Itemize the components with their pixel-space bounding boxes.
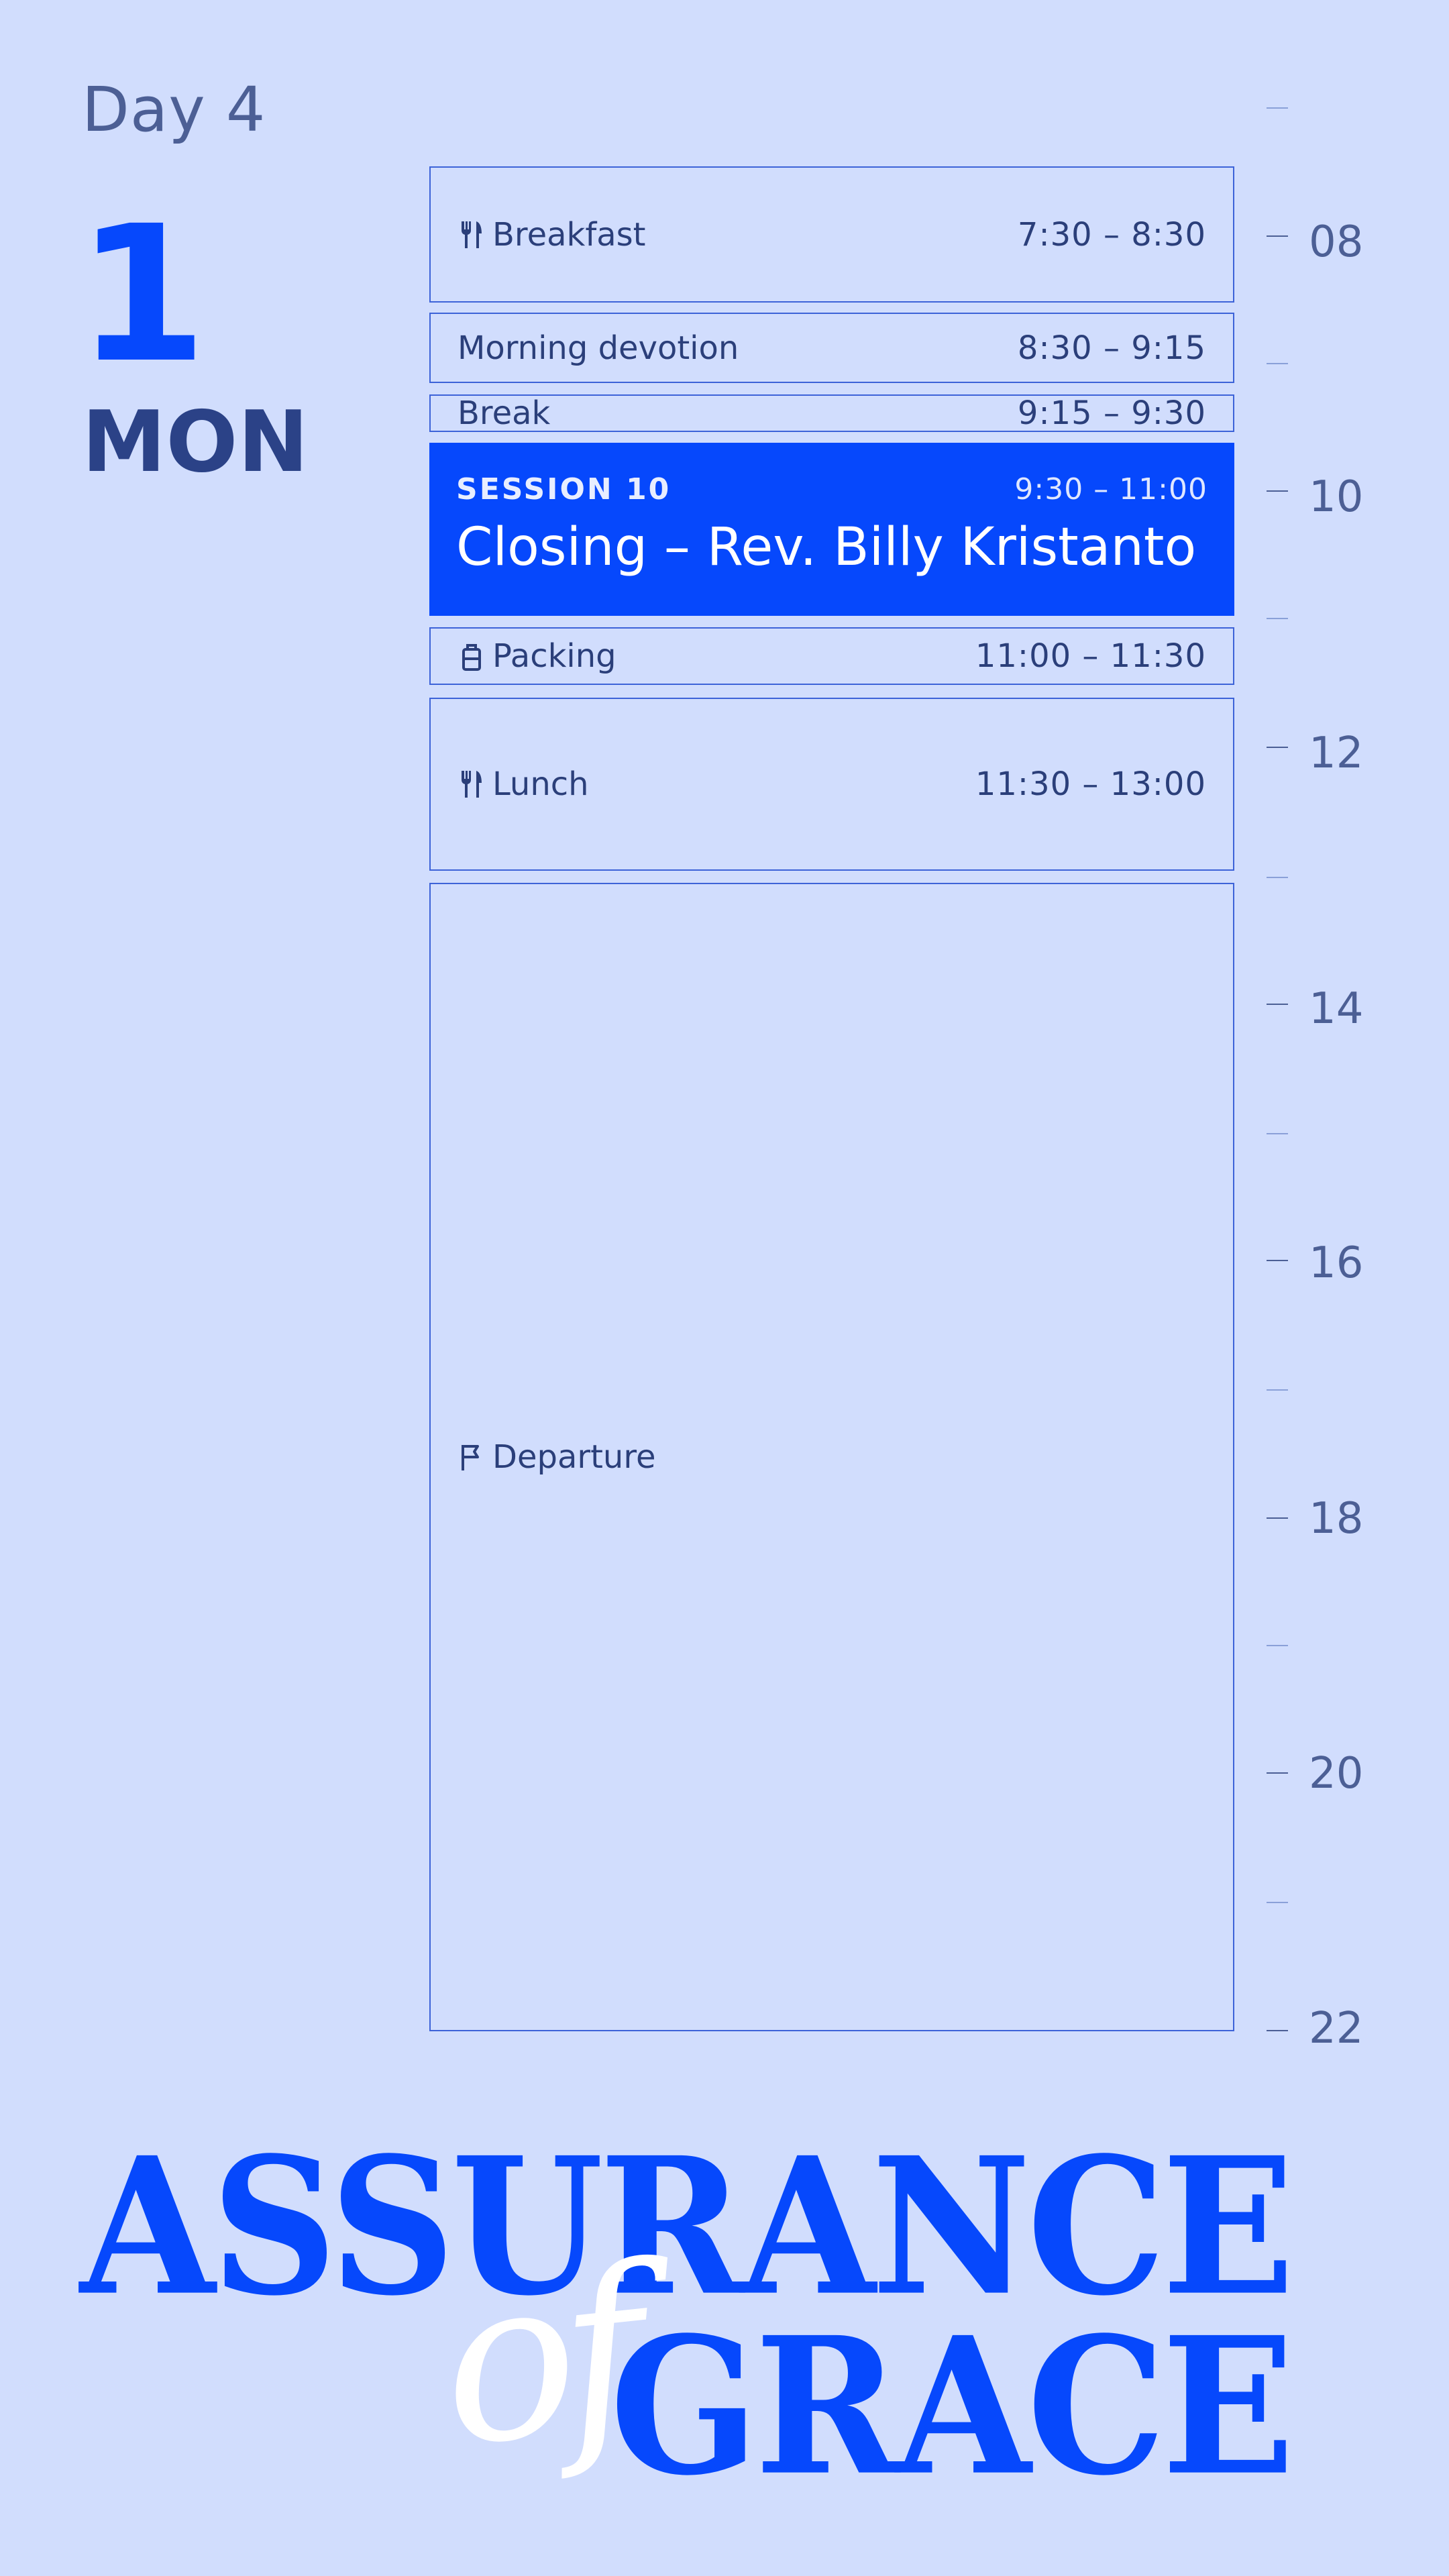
session-kicker: SESSION 10 [456,472,672,506]
axis-tick [1267,1133,1288,1134]
brand-connector: of [429,2220,645,2496]
hour-label-12: 12 [1309,729,1364,778]
event-time: 8:30 – 9:15 [1017,329,1206,367]
event-name: Morning devotion [458,329,739,367]
event-name-wrap: Packing [458,637,616,675]
event-time: 9:15 – 9:30 [1017,394,1206,432]
axis-tick [1267,2030,1288,2031]
event-name-wrap: Departure [458,1438,656,1476]
utensils-icon [458,768,484,800]
axis-tick [1267,1517,1288,1519]
event-time: 7:30 – 8:30 [1017,215,1206,254]
axis-tick [1267,107,1288,109]
axis-tick [1267,877,1288,878]
event-time: 11:00 – 11:30 [975,637,1206,675]
flag-icon [458,1441,484,1473]
weekday: MON [82,392,309,491]
day-label: Day 4 [82,74,266,146]
event-breakfast[interactable]: Breakfast 7:30 – 8:30 [429,166,1234,303]
session-time: 9:30 – 11:00 [1014,472,1208,506]
hour-label-10: 10 [1309,472,1364,522]
brand-title-line1: ASSURANCE [80,2116,1295,2338]
event-break[interactable]: Break 9:15 – 9:30 [429,394,1234,432]
axis-tick [1267,1260,1288,1261]
event-name: Break [458,394,551,432]
axis-tick [1267,490,1288,492]
hour-label-16: 16 [1309,1238,1364,1288]
hour-label-14: 14 [1309,984,1364,1034]
session-title: Closing – Rev. Billy Kristanto [456,517,1197,578]
axis-tick [1267,747,1288,748]
event-name: Lunch [492,765,589,803]
event-packing[interactable]: Packing 11:00 – 11:30 [429,627,1234,685]
axis-tick [1267,1772,1288,1774]
axis-tick [1267,1004,1288,1005]
event-time: 11:30 – 13:00 [975,765,1206,803]
date-number: 1 [76,186,207,405]
event-name-wrap: Breakfast [458,216,646,254]
axis-tick [1267,1389,1288,1391]
axis-tick [1267,235,1288,237]
utensils-icon [458,219,484,251]
axis-tick [1267,1645,1288,1646]
event-name: Departure [492,1438,656,1476]
luggage-icon [458,640,484,672]
axis-tick [1267,363,1288,364]
event-name: Packing [492,637,616,675]
event-lunch[interactable]: Lunch 11:30 – 13:00 [429,698,1234,871]
axis-tick [1267,1902,1288,1903]
axis-tick [1267,618,1288,619]
brand-title-line2: GRACE [610,2296,1295,2518]
hour-label-22: 22 [1309,2004,1364,2053]
event-session-10[interactable]: SESSION 10 9:30 – 11:00 Closing – Rev. B… [429,443,1234,616]
event-departure[interactable]: Departure [429,883,1234,2031]
hour-label-20: 20 [1309,1749,1364,1799]
hour-label-18: 18 [1309,1494,1364,1544]
session-header-row: SESSION 10 9:30 – 11:00 [456,472,1208,506]
hour-label-08: 08 [1309,217,1364,267]
event-name-wrap: Lunch [458,765,589,803]
event-name: Breakfast [492,215,646,254]
event-morning-devotion[interactable]: Morning devotion 8:30 – 9:15 [429,313,1234,383]
